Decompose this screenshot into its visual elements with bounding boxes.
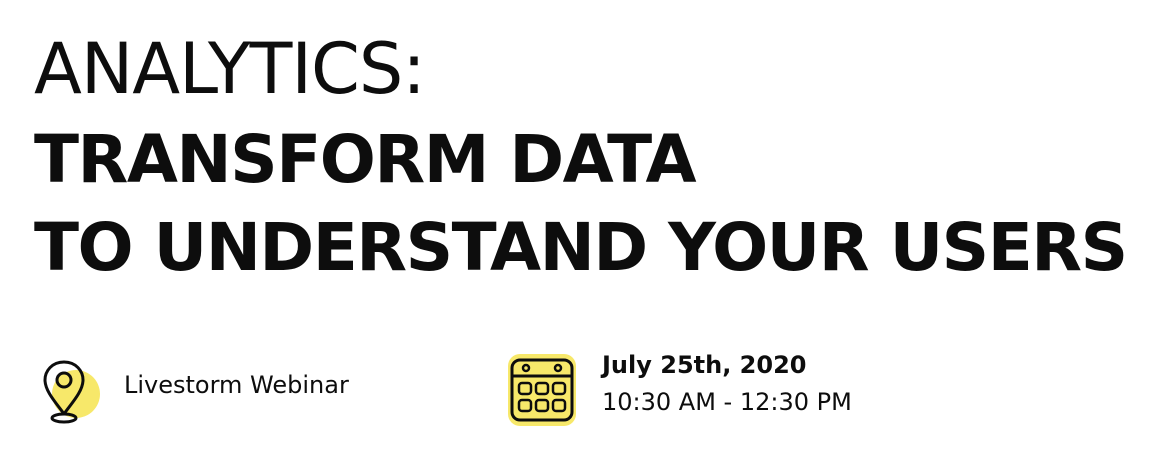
webinar-title: ANALYTICS: TRANSFORM DATA TO UNDERSTAND … — [34, 22, 1144, 292]
event-datetime: July 25th, 2020 10:30 AM - 12:30 PM — [502, 340, 1022, 440]
event-location: Livestorm Webinar — [34, 340, 454, 440]
title-line-understand-users: TO UNDERSTAND YOUR USERS — [34, 209, 1128, 286]
title-line-transform-data: TRANSFORM DATA — [34, 121, 697, 198]
date-time-text: July 25th, 2020 10:30 AM - 12:30 PM — [602, 348, 852, 422]
location-label: Livestorm Webinar — [124, 371, 349, 399]
event-details: Livestorm Webinar July 25th, 2020 10:30 … — [34, 340, 1134, 440]
event-date: July 25th, 2020 — [602, 351, 807, 379]
title-line-analytics: ANALYTICS: — [34, 28, 426, 110]
map-pin-icon — [34, 350, 104, 430]
calendar-icon — [502, 350, 582, 430]
event-time: 10:30 AM - 12:30 PM — [602, 388, 852, 416]
